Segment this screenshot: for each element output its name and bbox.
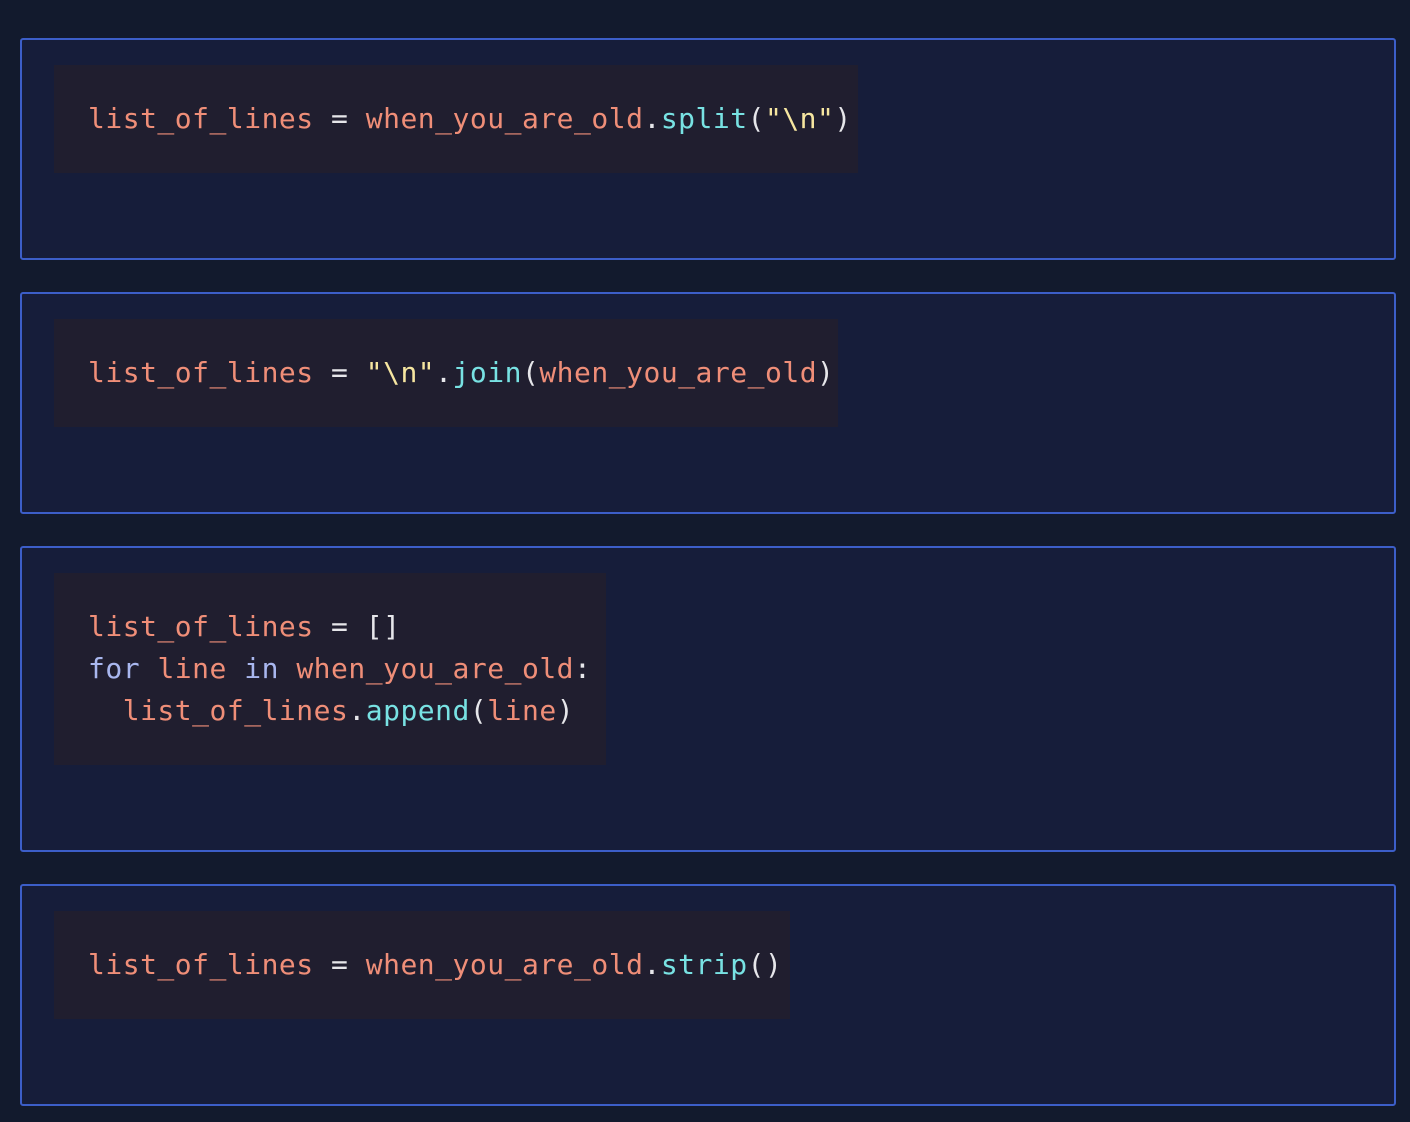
- code-token-var: list_of_lines: [122, 694, 349, 727]
- code-token-punc: []: [365, 610, 401, 643]
- code-token-var: when_you_are_old: [539, 356, 818, 389]
- code-token-punc: (: [469, 694, 488, 727]
- code-token-var: line: [487, 694, 557, 727]
- code-snippet: list_of_lines = when_you_are_old.split("…: [54, 65, 858, 173]
- code-snippet: list_of_lines = [] for line in when_you_a…: [54, 573, 606, 765]
- code-token-var: line: [157, 652, 227, 685]
- code-token-var: when_you_are_old: [296, 652, 575, 685]
- answer-option-join[interactable]: list_of_lines = "\n".join(when_you_are_o…: [20, 292, 1396, 514]
- code-token-op: [227, 652, 244, 685]
- code-token-punc: .: [643, 948, 661, 981]
- code-token-op: =: [313, 610, 366, 643]
- code-line: list_of_lines = when_you_are_old.strip(): [88, 944, 782, 986]
- code-token-method: join: [452, 356, 522, 389]
- code-token-var: list_of_lines: [88, 102, 314, 135]
- answer-option-strip[interactable]: list_of_lines = when_you_are_old.strip(): [20, 884, 1396, 1106]
- code-token-str: "\n": [764, 102, 835, 135]
- answer-option-split[interactable]: list_of_lines = when_you_are_old.split("…: [20, 38, 1396, 260]
- code-token-punc: .: [348, 694, 366, 727]
- code-line: list_of_lines = []: [88, 606, 572, 648]
- code-token-punc: .: [435, 356, 453, 389]
- code-token-var: list_of_lines: [88, 356, 314, 389]
- code-token-method: strip: [660, 948, 748, 981]
- code-token-punc: ): [556, 694, 575, 727]
- code-token-op: =: [313, 948, 366, 981]
- code-line: list_of_lines = "\n".join(when_you_are_o…: [88, 352, 834, 394]
- code-token-op: =: [313, 102, 366, 135]
- code-token-op: [279, 652, 296, 685]
- code-token-kw: for: [88, 652, 141, 685]
- code-token-kw: in: [244, 652, 279, 685]
- code-line: list_of_lines.append(line): [88, 690, 575, 732]
- code-token-punc: :: [574, 652, 592, 685]
- code-token-var: list_of_lines: [88, 948, 314, 981]
- answer-option-for-loop-append[interactable]: list_of_lines = [] for line in when_you_a…: [20, 546, 1396, 852]
- code-token-punc: ): [817, 356, 835, 389]
- code-line: list_of_lines = when_you_are_old.split("…: [88, 98, 851, 140]
- code-snippet: list_of_lines = when_you_are_old.strip(): [54, 911, 790, 1019]
- code-token-var: when_you_are_old: [365, 102, 644, 135]
- code-token-op: [88, 694, 123, 727]
- code-snippet: list_of_lines = "\n".join(when_you_are_o…: [54, 319, 838, 427]
- code-token-method: split: [660, 102, 748, 135]
- code-token-op: [140, 652, 157, 685]
- code-token-method: append: [365, 694, 470, 727]
- code-token-op: =: [313, 356, 366, 389]
- code-line: for line in when_you_are_old:: [88, 648, 591, 690]
- code-token-var: list_of_lines: [88, 610, 314, 643]
- code-token-punc: (: [747, 102, 765, 135]
- code-token-punc: (): [747, 948, 783, 981]
- code-token-punc: .: [643, 102, 661, 135]
- code-token-punc: (: [521, 356, 540, 389]
- code-token-str: "\n": [365, 356, 436, 389]
- code-token-punc: ): [834, 102, 852, 135]
- code-token-var: when_you_are_old: [365, 948, 644, 981]
